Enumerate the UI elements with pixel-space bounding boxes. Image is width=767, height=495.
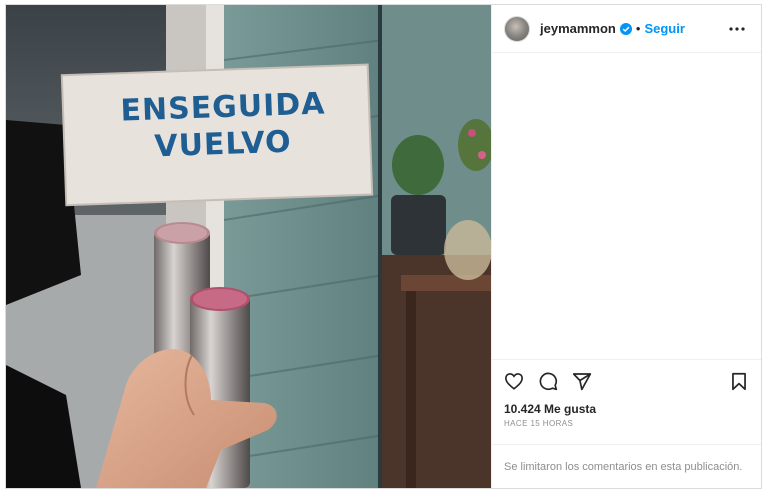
post-header: jeymammon • Seguir bbox=[492, 5, 761, 53]
verified-badge-icon bbox=[619, 22, 632, 35]
post-timestamp[interactable]: HACE 15 HORAS bbox=[492, 416, 761, 428]
heart-icon[interactable] bbox=[502, 369, 526, 393]
instagram-post: ENSEGUIDA VUELVO jeymammon • Seguir 10.4… bbox=[5, 4, 762, 489]
comments-limited-notice: Se limitaron los comentarios en esta pub… bbox=[492, 444, 761, 488]
door-scene-image bbox=[6, 5, 491, 488]
share-icon[interactable] bbox=[570, 369, 594, 393]
post-sidebar: jeymammon • Seguir 10.424 Me gusta HACE … bbox=[491, 5, 761, 488]
username-link[interactable]: jeymammon bbox=[540, 21, 616, 36]
header-separator: • bbox=[635, 21, 641, 36]
action-bar bbox=[492, 359, 761, 402]
follow-button[interactable]: Seguir bbox=[644, 21, 684, 36]
comment-icon[interactable] bbox=[536, 369, 560, 393]
avatar[interactable] bbox=[504, 15, 530, 42]
post-photo[interactable]: ENSEGUIDA VUELVO bbox=[6, 5, 491, 488]
bookmark-icon[interactable] bbox=[727, 369, 751, 393]
comments-area bbox=[492, 53, 761, 359]
more-options-icon[interactable] bbox=[725, 17, 749, 41]
likes-count[interactable]: 10.424 Me gusta bbox=[492, 402, 761, 416]
